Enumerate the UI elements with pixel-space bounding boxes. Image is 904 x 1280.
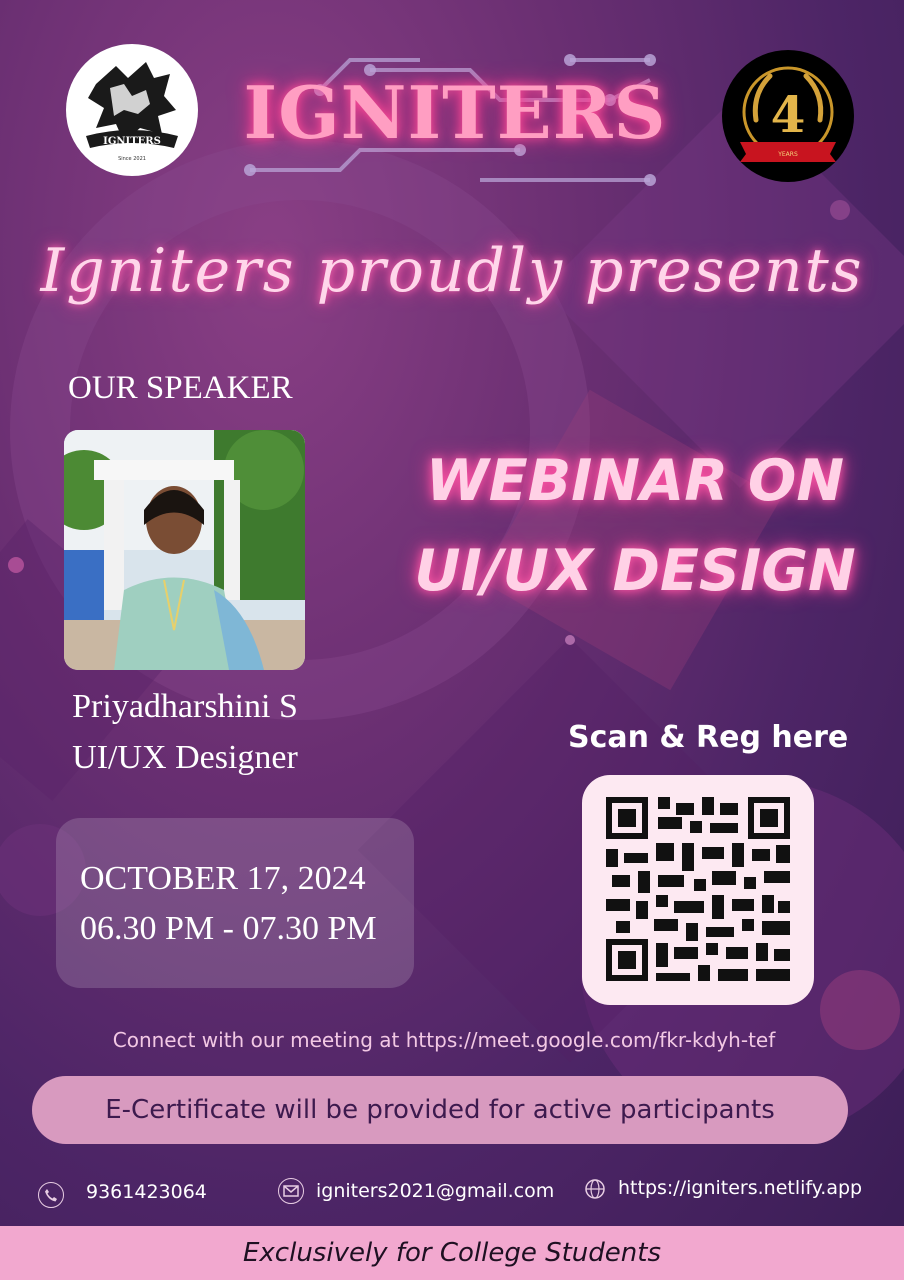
poster: IGNITERS Since 2021 4 YEARS IGNITERS Ign… [0, 0, 904, 1280]
speaker-photo [64, 430, 305, 670]
event-date: OCTOBER 17, 2024 [80, 860, 366, 897]
contact-website[interactable]: https://igniters.netlify.app [618, 1177, 862, 1199]
contact-email[interactable]: igniters2021@gmail.com [316, 1180, 554, 1202]
anniversary-number: 4 [771, 85, 806, 144]
speaker-name: Priyadharshini S [72, 688, 298, 725]
meeting-link-text: Connect with our meeting at https://meet… [112, 1028, 776, 1052]
anniversary-badge: 4 YEARS [722, 50, 854, 182]
speaker-heading: OUR SPEAKER [68, 370, 293, 406]
anniversary-subtext: YEARS [777, 151, 798, 158]
phone-icon [38, 1182, 64, 1208]
contact-phone[interactable]: 9361423064 [86, 1181, 207, 1203]
email-icon [278, 1178, 304, 1204]
footer-banner: Exclusively for College Students [0, 1226, 904, 1280]
registration-label: Scan & Reg here [568, 720, 849, 755]
event-title-line2: UI/UX DESIGN [414, 538, 856, 604]
registration-qr-code[interactable] [606, 797, 790, 981]
brand-title: IGNITERS [243, 70, 667, 155]
event-title-line1: WEBINAR ON [425, 448, 845, 514]
logo-text: IGNITERS [103, 136, 161, 147]
certificate-banner: E-Certificate will be provided for activ… [32, 1076, 848, 1144]
tagline: Igniters proudly presents [40, 236, 864, 306]
globe-icon [584, 1178, 606, 1200]
date-time-card [56, 818, 414, 988]
igniters-logo: IGNITERS Since 2021 [66, 44, 198, 176]
event-time: 06.30 PM - 07.30 PM [80, 910, 377, 947]
speaker-role: UI/UX Designer [72, 739, 298, 776]
logo-subtext: Since 2021 [118, 156, 146, 162]
